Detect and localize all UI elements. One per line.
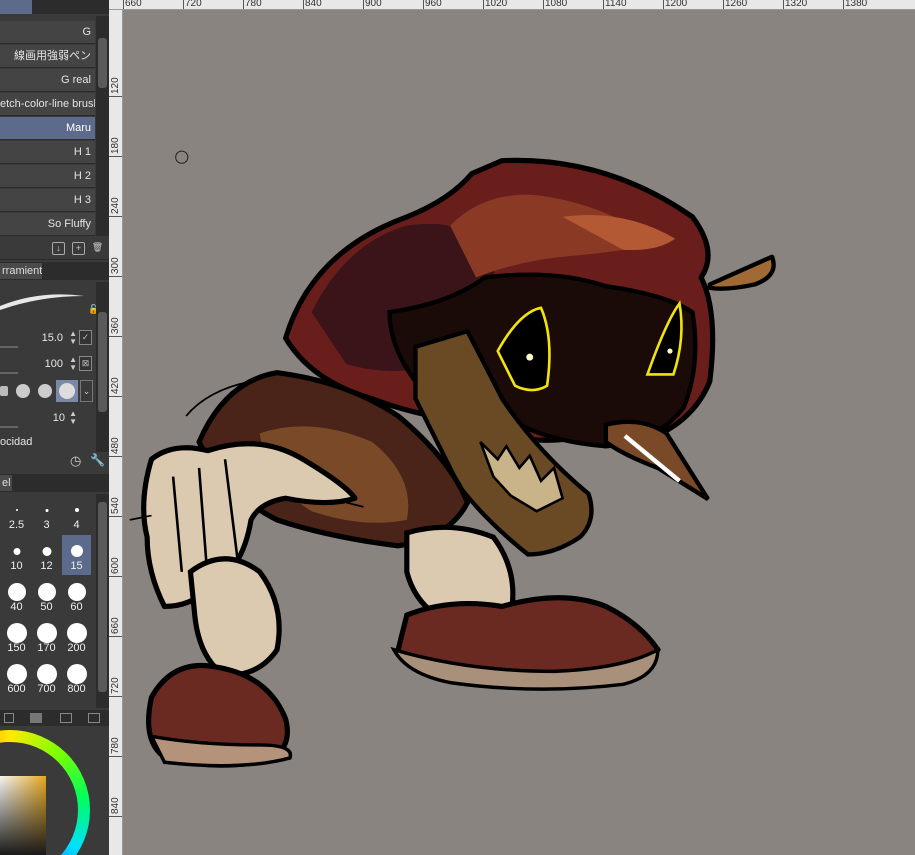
artwork [129, 150, 776, 768]
brush-cursor [175, 150, 189, 164]
app-window: G 線画用強弱ペン G real etch-color-line brush Maru H… [0, 0, 915, 855]
ruler-tick [843, 0, 844, 9]
drawing-canvas[interactable] [123, 10, 915, 855]
ruler-tick-label: 1380 [845, 0, 868, 9]
leg-left [187, 556, 282, 679]
